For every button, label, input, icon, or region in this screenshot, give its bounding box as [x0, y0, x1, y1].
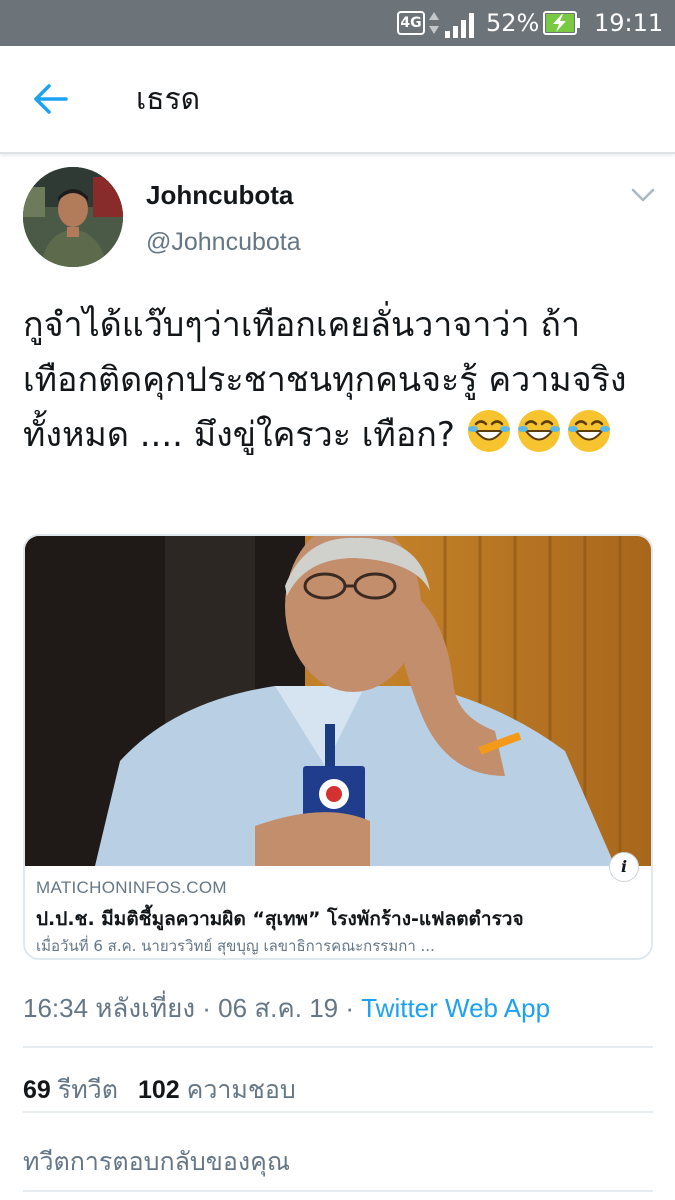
retweet-label: รีทวีต: [57, 1076, 118, 1104]
likes-stat[interactable]: 102 ความชอบ: [138, 1076, 296, 1104]
status-bar: 4G 52% 19:11: [0, 0, 675, 46]
network-type-badge: 4G: [397, 11, 425, 35]
display-name[interactable]: Johncubota: [146, 180, 293, 211]
timestamp-text: 16:34 หลังเที่ยง · 06 ส.ค. 19 ·: [23, 993, 362, 1023]
card-title: ป.ป.ช. มีมติชี้มูลความผิด “สุเทพ” โรงพัก…: [36, 908, 524, 930]
card-description: เมื่อวันที่ 6 ส.ค. นายวรวิทย์ สุขบุญ เลข…: [36, 937, 435, 955]
signal-strength-icon: [445, 13, 474, 38]
source-app-link[interactable]: Twitter Web App: [361, 993, 550, 1023]
like-count: 102: [137, 1076, 180, 1104]
card-domain: MATICHONINFOS.COM: [36, 878, 227, 897]
app-bar: เธรด: [0, 46, 675, 154]
tweet-text: กูจำได้แว๊บๆว่าเทือกเคยลั่นวาจาว่า ถ้าเท…: [23, 298, 653, 463]
link-card[interactable]: i MATICHONINFOS.COM ป.ป.ช. มีมติชี้มูลคว…: [23, 534, 653, 960]
chevron-down-icon[interactable]: [630, 186, 656, 204]
card-image[interactable]: [25, 536, 653, 866]
avatar[interactable]: [23, 167, 123, 267]
page-title: เธรด: [136, 82, 201, 117]
face-with-tears-of-joy-icon: [467, 410, 510, 452]
card-info-button[interactable]: i: [609, 852, 639, 882]
battery-charging-icon: [543, 11, 580, 35]
like-label: ความชอบ: [186, 1076, 296, 1104]
reply-input[interactable]: ทวีตการตอบกลับของคุณ: [23, 1142, 290, 1182]
battery-percentage: 52%: [486, 9, 540, 37]
divider: [23, 1190, 653, 1192]
tweet-stats: 69 รีทวีต 102 ความชอบ: [23, 1070, 296, 1110]
retweet-count: 69: [23, 1076, 51, 1104]
face-with-tears-of-joy-icon: [517, 410, 560, 452]
arrow-left-icon[interactable]: [30, 82, 70, 116]
avatar-image: [23, 167, 123, 267]
user-handle[interactable]: @Johncubota: [146, 228, 301, 257]
divider: [23, 1046, 653, 1048]
tweet-timestamp: 16:34 หลังเที่ยง · 06 ส.ค. 19 · Twitter …: [23, 988, 550, 1029]
divider: [23, 1111, 653, 1113]
face-with-tears-of-joy-icon: [567, 410, 610, 452]
data-activity-icon: [429, 12, 439, 34]
retweets-stat[interactable]: 69 รีทวีต: [23, 1076, 118, 1104]
clock: 19:11: [594, 9, 664, 37]
